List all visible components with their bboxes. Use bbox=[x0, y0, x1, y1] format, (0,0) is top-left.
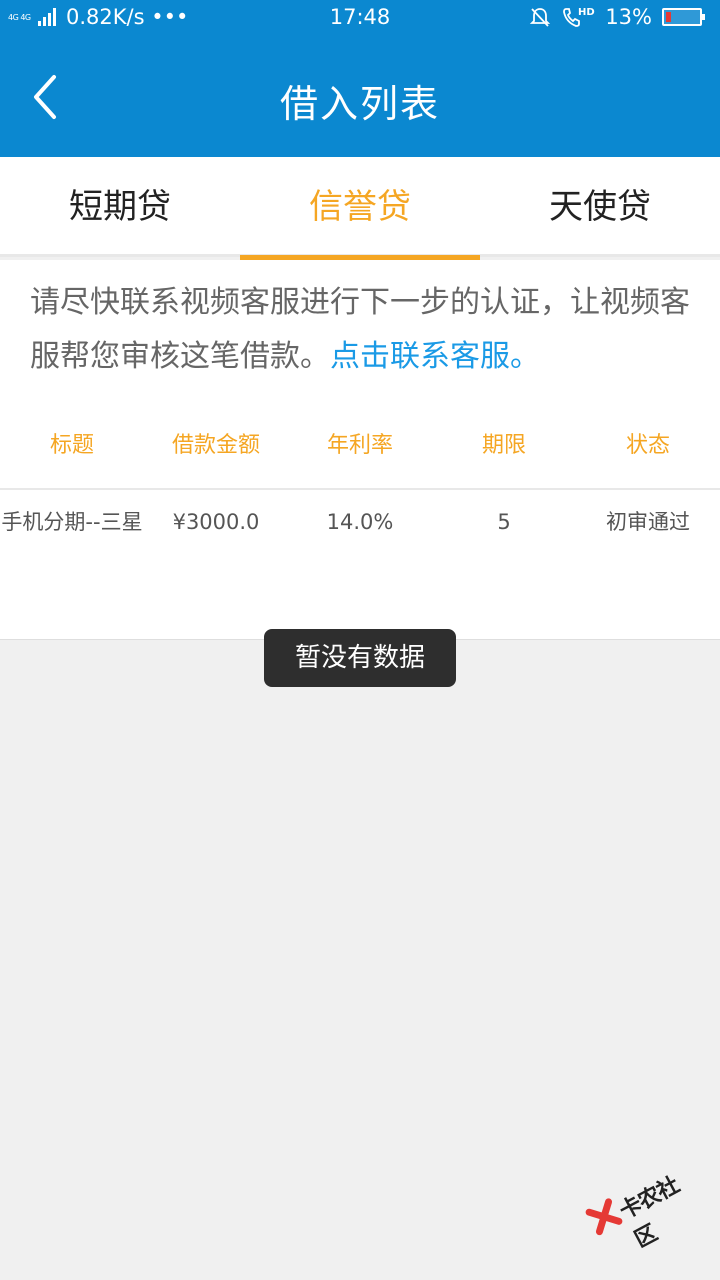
table-header: 标题 借款金额 年利率 期限 状态 bbox=[0, 405, 720, 485]
battery-percent: 13% bbox=[605, 5, 652, 29]
hd-label: HD bbox=[578, 7, 595, 18]
cell-status: 初审通过 bbox=[606, 510, 690, 534]
column-header-status: 状态 bbox=[625, 433, 670, 458]
cell-term: 5 bbox=[497, 510, 511, 534]
page-title: 借入列表 bbox=[279, 82, 440, 126]
mute-bell-icon bbox=[530, 8, 551, 27]
app-bar: 借入列表 bbox=[0, 37, 720, 157]
tab-short-term-loan[interactable]: 短期贷 bbox=[0, 157, 240, 257]
loan-type-tabs: 短期贷 信誉贷 天使贷 bbox=[0, 157, 720, 260]
column-header-amount: 借款金额 bbox=[171, 433, 260, 458]
watermark-text: 卡农社区 bbox=[615, 1173, 684, 1253]
cell-amount: ¥3000.0 bbox=[172, 510, 260, 534]
tab-credit-loan[interactable]: 信誉贷 bbox=[240, 157, 480, 260]
cell-title: 手机分期--三星 bbox=[1, 510, 143, 534]
column-header-title: 标题 bbox=[49, 433, 94, 458]
contact-service-link[interactable]: 点击联系客服。 bbox=[330, 339, 540, 374]
status-bar: 4G 4G 0.82K/s ••• 17:48 HD 13% bbox=[0, 0, 720, 37]
battery-icon bbox=[662, 8, 705, 26]
hd-call-icon: HD bbox=[563, 7, 595, 27]
tab-angel-loan[interactable]: 天使贷 bbox=[480, 157, 720, 257]
notice-message: 请尽快联系视频客服进行下一步的认证，让视频客服帮您审核这笔借款。点击联系客服。 bbox=[30, 276, 690, 384]
column-header-term: 期限 bbox=[481, 433, 526, 458]
cell-annual-rate: 14.0% bbox=[326, 510, 394, 534]
table-row[interactable]: 手机分期--三星 ¥3000.0 14.0% 5 初审通过 bbox=[0, 490, 720, 640]
column-header-annual-rate: 年利率 bbox=[326, 433, 393, 458]
toast-message: 暂没有数据 bbox=[264, 629, 456, 687]
watermark-logo: 卡农社区 bbox=[577, 1147, 707, 1260]
